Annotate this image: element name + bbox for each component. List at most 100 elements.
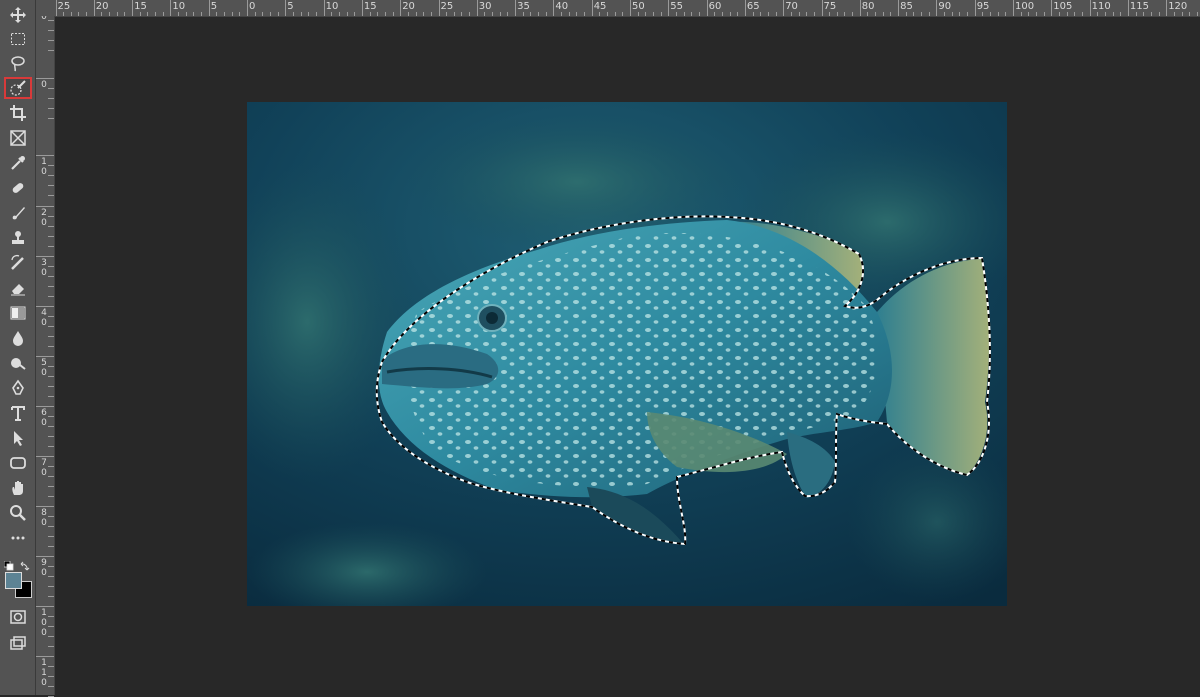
brush-tool-icon <box>12 207 25 220</box>
eraser-tool-button[interactable] <box>4 277 32 299</box>
ruler-minor-tick <box>48 496 54 497</box>
ruler-minor-tick <box>1112 12 1114 16</box>
pen-tool-button[interactable] <box>4 377 32 399</box>
horizontal-ruler[interactable]: 25 20 15 10 5 0 5 10 15 20 25 30 35 40 45 50 55 60 65 70 75 8… <box>36 0 1200 17</box>
ruler-label: 7 0 <box>41 458 47 478</box>
rectangle-tool-button[interactable] <box>4 452 32 474</box>
ruler-minor-tick <box>492 12 494 16</box>
ruler-tick <box>361 0 363 16</box>
ruler-tick <box>1166 0 1168 16</box>
ruler-minor-tick <box>262 12 264 16</box>
ruler-minor-tick <box>48 165 54 166</box>
ruler-label: 75 <box>823 1 837 12</box>
ruler-tick <box>55 0 57 16</box>
ruler-minor-tick <box>1074 12 1076 16</box>
ruler-label: 5 <box>210 1 218 12</box>
ruler-minor-tick <box>48 185 54 186</box>
ruler-minor-tick <box>377 12 379 16</box>
ruler-minor-tick <box>392 12 394 16</box>
ruler-minor-tick <box>737 12 739 16</box>
ruler-minor-tick <box>1035 12 1037 16</box>
ruler-minor-tick <box>354 12 356 16</box>
screen-mode-button[interactable] <box>4 632 32 654</box>
ruler-minor-tick <box>982 12 984 16</box>
ruler-tick <box>323 0 325 16</box>
ruler-minor-tick <box>346 12 348 16</box>
ruler-minor-tick <box>599 12 601 16</box>
hand-tool-button[interactable] <box>4 477 32 499</box>
ruler-minor-tick <box>875 12 877 16</box>
ruler-minor-tick <box>369 12 371 16</box>
ruler-minor-tick <box>1189 12 1191 16</box>
gradient-tool-button[interactable] <box>4 302 32 324</box>
ruler-label: 110 <box>1091 1 1111 12</box>
blur-tool-button[interactable] <box>4 327 32 349</box>
blur-tool-icon <box>13 331 23 346</box>
quick-mask-button[interactable] <box>4 606 32 628</box>
ruler-minor-tick <box>277 12 279 16</box>
healing-brush-tool-button[interactable] <box>4 177 32 199</box>
ruler-minor-tick <box>48 476 54 477</box>
ruler-minor-tick <box>216 12 218 16</box>
ruler-minor-tick <box>645 12 647 16</box>
ruler-tick <box>859 0 861 16</box>
ruler-minor-tick <box>1005 12 1007 16</box>
marquee-tool-icon <box>11 33 25 45</box>
ruler-tick <box>591 0 593 16</box>
ruler-tick <box>438 0 440 16</box>
move-tool-icon <box>10 7 26 23</box>
ruler-minor-tick <box>48 326 54 327</box>
ruler-minor-tick <box>691 12 693 16</box>
ruler-minor-tick <box>1173 12 1175 16</box>
ruler-tick <box>1051 0 1053 16</box>
eyedropper-tool-button[interactable] <box>4 152 32 174</box>
ruler-label: 6 0 <box>41 408 47 428</box>
history-brush-tool-button[interactable] <box>4 252 32 274</box>
frame-tool-button[interactable] <box>4 127 32 149</box>
ruler-minor-tick <box>300 12 302 16</box>
eyedropper-tool-icon <box>11 156 25 170</box>
ruler-minor-tick <box>48 686 54 687</box>
clone-stamp-tool-button[interactable] <box>4 227 32 249</box>
brush-tool-button[interactable] <box>4 202 32 224</box>
dodge-tool-button[interactable] <box>4 352 32 374</box>
quick-selection-tool-icon <box>10 80 26 96</box>
ruler-label: 30 <box>478 1 492 12</box>
ruler-minor-tick <box>292 12 294 16</box>
vertical-ruler[interactable]: 001 02 03 04 05 06 07 08 09 01 0 01 1 0 <box>36 10 55 697</box>
ruler-minor-tick <box>48 436 54 437</box>
ruler-minor-tick <box>116 12 118 16</box>
ruler-label: 1 0 0 <box>41 608 47 638</box>
marquee-tool-button[interactable] <box>4 28 32 50</box>
crop-tool-button[interactable] <box>4 102 32 124</box>
ruler-minor-tick <box>48 636 54 637</box>
type-tool-button[interactable] <box>4 402 32 424</box>
more-tools-button[interactable] <box>4 527 32 549</box>
ruler-tick <box>476 0 478 16</box>
ruler-minor-tick <box>752 12 754 16</box>
move-tool-button[interactable] <box>4 4 32 26</box>
ruler-tick <box>36 456 54 457</box>
ruler-minor-tick <box>806 12 808 16</box>
ruler-minor-tick <box>162 12 164 16</box>
ruler-minor-tick <box>48 20 54 21</box>
quick-selection-tool-button[interactable] <box>4 77 32 99</box>
foreground-color-swatch[interactable] <box>5 572 22 589</box>
lasso-tool-button[interactable] <box>4 52 32 74</box>
zoom-tool-button[interactable] <box>4 502 32 524</box>
path-selection-tool-button[interactable] <box>4 427 32 449</box>
ruler-minor-tick <box>423 12 425 16</box>
ruler-minor-tick <box>48 336 54 337</box>
more-tools-icon <box>11 536 25 540</box>
document-canvas[interactable] <box>247 102 1007 606</box>
ruler-label: 115 <box>1129 1 1149 12</box>
ruler-minor-tick <box>254 12 256 16</box>
ruler-tick <box>36 656 54 657</box>
ruler-tick <box>553 0 555 16</box>
ruler-label: 105 <box>1053 1 1073 12</box>
ruler-label: 55 <box>670 1 684 12</box>
ruler-corner[interactable] <box>36 0 54 16</box>
switch-colors-icon[interactable] <box>20 556 30 571</box>
default-colors-icon[interactable] <box>3 556 14 571</box>
ruler-minor-tick <box>48 316 54 317</box>
